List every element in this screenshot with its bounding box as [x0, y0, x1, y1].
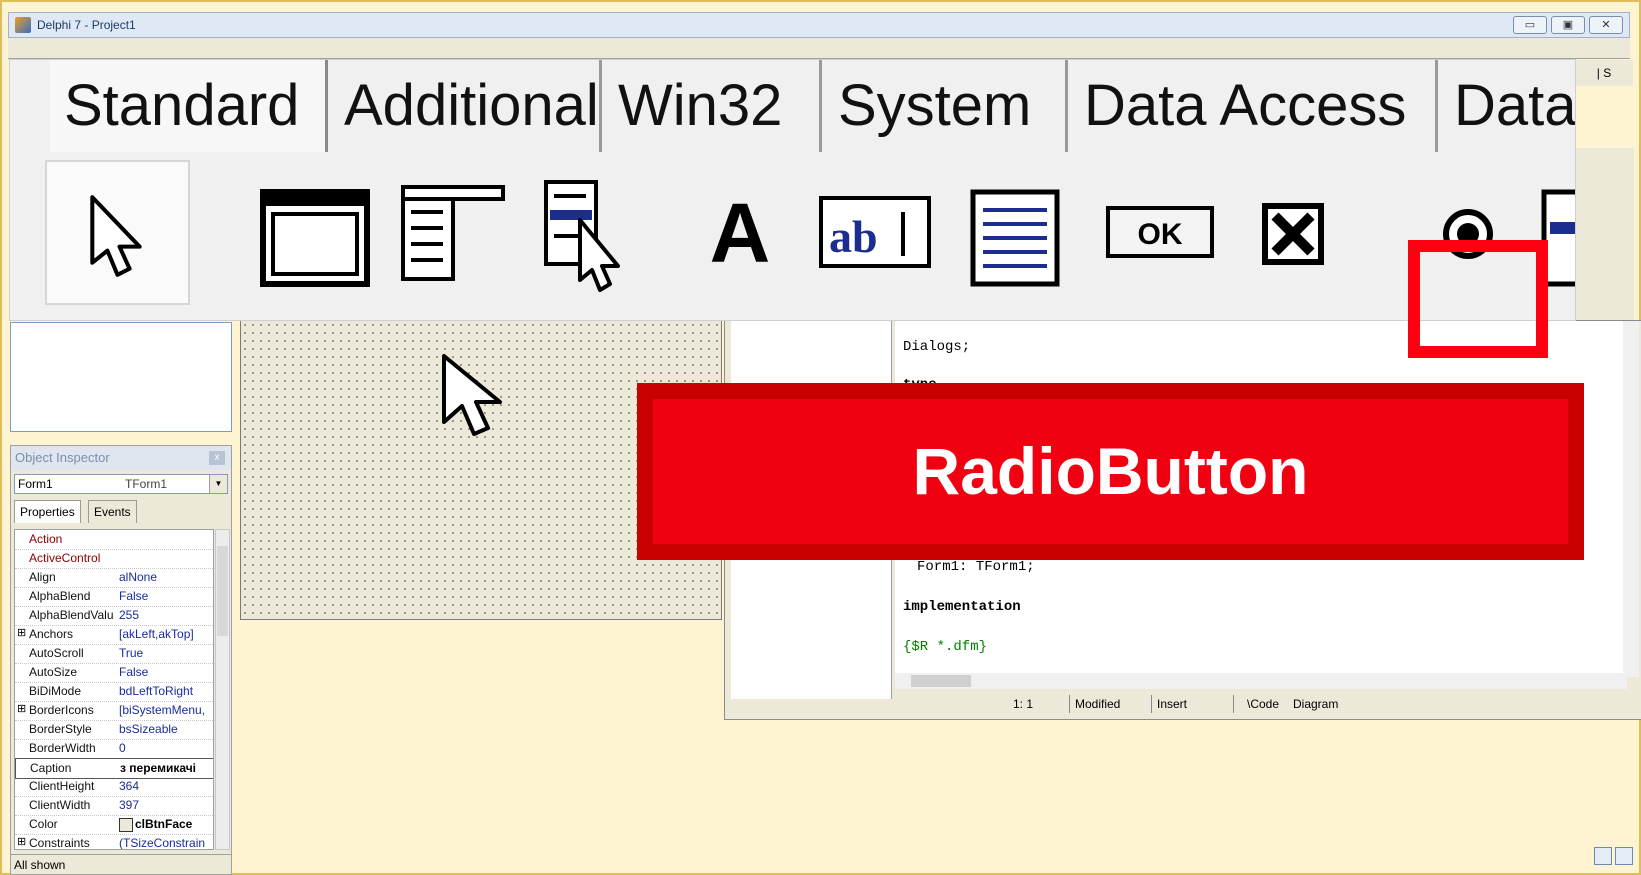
list-view-icon[interactable]	[1594, 847, 1612, 865]
close-icon[interactable]: x	[209, 451, 225, 465]
button-icon[interactable]: OK	[1100, 162, 1220, 302]
selection-highlight	[1408, 240, 1548, 358]
color-swatch	[119, 818, 133, 832]
tab-win32[interactable]: Win32	[604, 60, 822, 152]
property-row[interactable]: BorderStyle bsSizeable	[15, 720, 213, 740]
partial-window	[1575, 148, 1634, 320]
object-inspector-title: Object Inspector	[11, 446, 231, 470]
main-menu-icon[interactable]	[395, 162, 515, 302]
slide-view-icon[interactable]	[1615, 847, 1633, 865]
svg-text:OK: OK	[1138, 218, 1183, 251]
palette-scroll[interactable]: | S	[1575, 60, 1633, 86]
property-row[interactable]: BorderWidth 0	[15, 739, 213, 759]
frame-icon[interactable]	[255, 162, 375, 302]
property-row[interactable]: ⊞ Constraints (TSizeConstrain	[15, 834, 213, 849]
delphi-icon	[15, 17, 31, 33]
property-row[interactable]: ClientWidth 397	[15, 796, 213, 816]
property-scrollbar[interactable]	[215, 529, 230, 850]
insert-status: Insert	[1157, 697, 1188, 711]
code-line: implementation	[903, 599, 1021, 615]
property-row[interactable]: BiDiMode bdLeftToRight	[15, 682, 213, 702]
property-row-selected[interactable]: Caption з перемикачі	[15, 758, 213, 779]
pointer-icon	[90, 195, 142, 277]
checkbox-icon[interactable]	[1235, 162, 1355, 302]
banner-text: RadioButton	[912, 434, 1309, 508]
code-horizontal-scrollbar[interactable]	[895, 673, 1627, 689]
cursor-arrow-icon	[442, 354, 502, 436]
window-title: Delphi 7 - Project1	[37, 18, 136, 32]
expand-icon: ⊞	[17, 836, 27, 848]
property-row[interactable]: ⊞ BorderIcons [biSystemMenu,	[15, 701, 213, 721]
edit-icon[interactable]: ab	[815, 162, 935, 302]
maximize-button[interactable]: ▣	[1551, 16, 1585, 34]
code-vertical-scrollbar[interactable]	[1623, 321, 1639, 677]
popup-menu-icon[interactable]	[540, 162, 660, 302]
property-row[interactable]: Action	[15, 530, 213, 550]
menu-bar	[8, 38, 1630, 59]
expand-icon: ⊞	[17, 627, 27, 639]
expand-icon: ⊞	[17, 703, 27, 715]
tab-additional[interactable]: Additional	[330, 60, 602, 152]
tab-code[interactable]: \Code	[1247, 697, 1279, 711]
oi-status: All shown	[11, 854, 231, 874]
tab-diagram[interactable]: Diagram	[1293, 697, 1338, 711]
tab-system[interactable]: System	[824, 60, 1068, 152]
property-grid: Action ActiveControl Align alNone AlphaBl…	[14, 529, 214, 850]
property-row[interactable]: Color clBtnFace	[15, 815, 213, 835]
svg-text:A: A	[710, 186, 771, 280]
slide-nav-icons	[1594, 847, 1633, 865]
code-line: {$R *.dfm}	[903, 639, 988, 655]
code-line: Form1: TForm1;	[917, 559, 1035, 575]
property-row[interactable]: Align alNone	[15, 568, 213, 588]
pointer-tool[interactable]	[45, 160, 190, 305]
property-row[interactable]: AutoSize False	[15, 663, 213, 683]
tab-standard[interactable]: Standard	[50, 60, 328, 152]
title-bar: Delphi 7 - Project1 ▭ ▣ ✕	[8, 12, 1630, 38]
tab-data-access[interactable]: Data Access	[1070, 60, 1438, 152]
code-status-bar: 1: 1 Modified Insert \Code Diagram	[895, 693, 1635, 715]
tab-properties[interactable]: Properties	[14, 500, 81, 523]
component-palette: Standard Additional Win32 System Data Ac…	[10, 60, 1575, 358]
property-row[interactable]: ⊞ Anchors [akLeft,akTop]	[15, 625, 213, 645]
property-row[interactable]: ClientHeight 364	[15, 777, 213, 797]
property-row[interactable]: ActiveControl	[15, 549, 213, 569]
modified-status: Modified	[1075, 697, 1121, 711]
object-tree-view[interactable]	[10, 322, 232, 432]
component-name: Form1	[18, 477, 53, 491]
cursor-position: 1: 1	[1013, 697, 1034, 711]
property-row[interactable]: AlphaBlend False	[15, 587, 213, 607]
memo-icon[interactable]	[955, 162, 1075, 302]
close-button[interactable]: ✕	[1589, 16, 1623, 34]
caption-banner: RadioButton	[637, 383, 1584, 560]
property-row[interactable]: AlphaBlendValu 255	[15, 606, 213, 626]
object-inspector: Object Inspector x Form1 TForm1 ▼ Proper…	[10, 445, 232, 875]
tab-data[interactable]: Data	[1440, 60, 1575, 152]
component-type: TForm1	[125, 477, 167, 491]
svg-text:ab: ab	[829, 211, 878, 262]
code-line: Dialogs;	[903, 339, 971, 355]
chevron-down-icon[interactable]: ▼	[209, 475, 227, 493]
label-icon[interactable]: A	[680, 162, 800, 302]
minimize-button[interactable]: ▭	[1513, 16, 1547, 34]
component-selector[interactable]: Form1 TForm1 ▼	[14, 474, 228, 494]
tab-events[interactable]: Events	[88, 500, 137, 523]
property-row[interactable]: AutoScroll True	[15, 644, 213, 664]
